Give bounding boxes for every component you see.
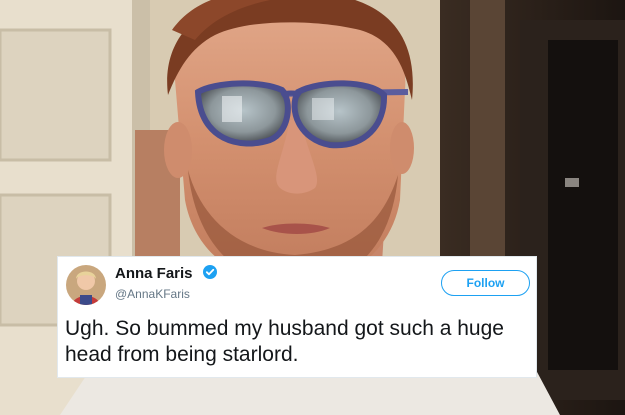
avatar-image <box>66 265 106 305</box>
tweet-text: Ugh. So bummed my husband got such a hug… <box>65 317 504 366</box>
author-name[interactable]: Anna Faris <box>115 265 193 282</box>
verified-badge-icon <box>203 265 217 279</box>
author-handle[interactable]: @AnnaKFaris <box>115 287 190 301</box>
follow-button[interactable]: Follow <box>441 270 530 296</box>
avatar[interactable] <box>66 265 106 305</box>
follow-button-label: Follow <box>466 276 505 290</box>
tweet-card: Anna Faris @AnnaKFaris Follow Ugh. So bu… <box>57 256 537 378</box>
